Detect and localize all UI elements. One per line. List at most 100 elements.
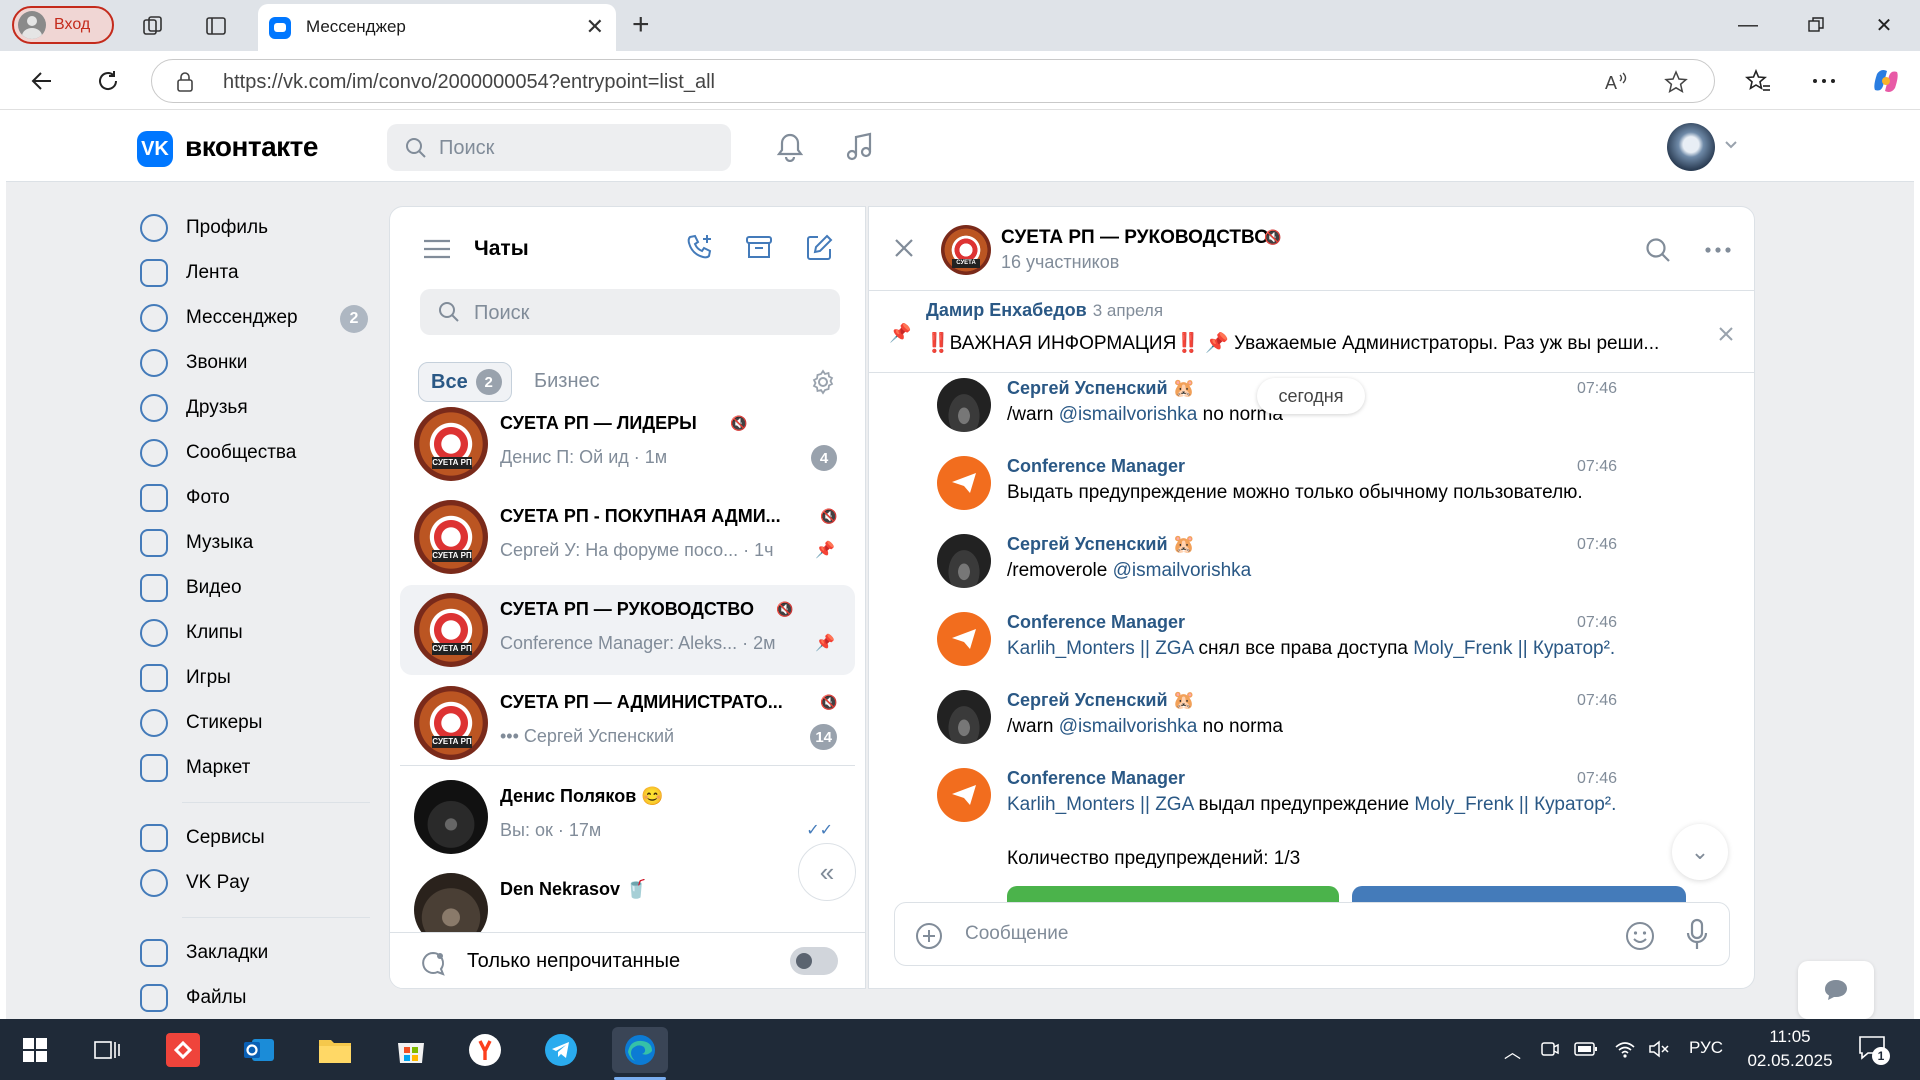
notifications-bell-icon[interactable] [770,127,810,167]
wifi-icon[interactable] [1614,1039,1636,1059]
favorite-star-icon[interactable] [1664,70,1688,94]
archive-icon[interactable] [744,233,774,263]
microphone-icon[interactable] [1685,918,1709,952]
meet-now-icon[interactable] [1540,1039,1560,1059]
menu-item-stickers[interactable]: Стикеры [140,700,370,745]
yandex-browser-icon[interactable] [462,1027,508,1073]
unread-only-toggle[interactable] [790,947,838,975]
message-author[interactable]: Сергей Успенский 🐹 [1007,690,1195,711]
read-aloud-icon[interactable]: A [1605,71,1629,93]
menu-item-clips[interactable]: Клипы [140,610,370,655]
favorites-icon[interactable] [1738,61,1778,101]
chat-search-input[interactable]: Поиск [420,289,840,335]
notification-center-icon[interactable]: 1 [1858,1035,1890,1065]
chat-widget-button[interactable] [1798,961,1874,1019]
music-note-icon[interactable] [840,127,880,167]
message-author[interactable]: Conference Manager [1007,612,1185,633]
chat-item[interactable]: СУЕТА РП СУЕТА РП — ЛИДЕРЫ 🔇 Денис П: Ой… [400,399,855,489]
vk-search-input[interactable]: Поиск [387,124,731,171]
anydesk-icon[interactable] [160,1027,206,1073]
system-clock[interactable]: 11:05 02.05.2025 [1730,1025,1850,1073]
copilot-icon[interactable] [1866,61,1906,101]
attach-plus-icon[interactable] [915,922,943,950]
scroll-down-button[interactable]: ⌄ [1672,824,1728,880]
more-menu-icon[interactable] [1804,61,1844,101]
settings-gear-icon[interactable] [810,369,836,395]
battery-icon[interactable] [1574,1041,1598,1057]
message[interactable]: Conference Manager 07:46 Karlih_Monters … [937,612,1697,690]
chat-item[interactable]: Денис Поляков 😊 Вы: ок · 17м ✓✓ [400,772,855,862]
message-author[interactable]: Сергей Успенский 🐹 [1007,378,1195,399]
user-link[interactable]: Moly_Frenk || Куратор². [1414,794,1616,815]
message-avatar[interactable] [937,612,991,666]
close-conversation-icon[interactable] [893,237,915,259]
refresh-button[interactable] [88,61,128,101]
workspaces-icon[interactable] [137,10,169,42]
edge-browser-icon[interactable] [612,1027,668,1073]
mention-link[interactable]: @ismailvorishka [1113,560,1252,581]
conversation-title[interactable]: СУЕТА РП — РУКОВОДСТВО [1001,227,1269,249]
menu-item-friends[interactable]: Друзья [140,385,370,430]
compose-icon[interactable] [804,233,834,263]
tab-business[interactable]: Бизнес [534,370,600,393]
message-avatar[interactable] [937,378,991,432]
menu-item-photo[interactable]: Фото [140,475,370,520]
mention-link[interactable]: @ismailvorishka [1059,716,1198,737]
user-link[interactable]: Karlih_Monters || ZGA [1007,638,1193,659]
user-link[interactable]: Karlih_Monters || ZGA [1007,794,1193,815]
message-avatar[interactable] [937,690,991,744]
tab-close-icon[interactable]: ✕ [586,14,604,40]
tab-messenger[interactable]: Мессенджер ✕ [258,4,616,51]
url-text[interactable]: https://vk.com/im/convo/2000000054?entry… [223,71,715,94]
message[interactable]: Conference Manager 07:46 Выдать предупре… [937,456,1697,534]
menu-item-market[interactable]: Маркет [140,745,370,790]
message[interactable]: Сергей Успенский 🐹 07:46 /warn @ismailvo… [937,690,1697,768]
menu-item-games[interactable]: Игры [140,655,370,700]
address-bar[interactable]: https://vk.com/im/convo/2000000054?entry… [151,59,1715,103]
chat-item[interactable]: СУЕТА РП СУЕТА РП — АДМИНИСТРАТО... 🔇 ••… [400,678,855,768]
file-explorer-icon[interactable] [312,1027,358,1073]
menu-item-vkpay[interactable]: VK Pay [140,860,370,905]
menu-item-services[interactable]: Сервисы [140,815,370,860]
vk-logo-icon[interactable]: VK [137,131,173,167]
volume-muted-icon[interactable] [1648,1039,1670,1059]
message[interactable]: Сергей Успенский 🐹 07:46 /removerole @is… [937,534,1697,612]
browser-profile-button[interactable]: Вход [12,6,114,44]
more-options-icon[interactable] [1705,247,1731,253]
chat-item[interactable]: СУЕТА РП СУЕТА РП - ПОКУПНАЯ АДМИ... 🔇 С… [400,492,855,582]
user-link[interactable]: Moly_Frenk || Куратор². [1413,638,1615,659]
microsoft-store-icon[interactable] [388,1027,434,1073]
tab-actions-icon[interactable] [200,10,232,42]
menu-item-messenger[interactable]: Мессенджер 2 [140,295,370,340]
message[interactable]: Conference Manager 07:46 Karlih_Monters … [937,768,1697,878]
menu-item-profile[interactable]: Профиль [140,205,370,250]
telegram-icon[interactable] [538,1027,584,1073]
new-tab-button[interactable]: + [632,8,650,42]
message-author[interactable]: Сергей Успенский 🐹 [1007,534,1195,555]
tray-overflow-icon[interactable]: ︿ [1504,1038,1521,1063]
pinned-message[interactable]: 📌 Дамир Енхабедов 3 апреля ‼️ВАЖНАЯ ИНФОР… [869,291,1754,373]
start-windows-icon[interactable] [12,1027,58,1073]
emoji-icon[interactable] [1625,921,1655,951]
outlook-icon[interactable] [236,1027,282,1073]
chevron-down-icon[interactable] [1724,140,1738,150]
close-window-button[interactable]: ✕ [1856,6,1912,44]
new-call-icon[interactable] [685,233,715,263]
task-view-icon[interactable] [84,1027,130,1073]
mention-link[interactable]: @ismailvorishka [1059,404,1198,425]
menu-item-files[interactable]: Файлы [140,975,370,1020]
lock-icon[interactable] [176,72,194,92]
search-icon[interactable] [1645,237,1671,263]
message-avatar[interactable] [937,456,991,510]
unread-only-filter[interactable]: Только непрочитанные [390,932,865,988]
tab-all-chats[interactable]: Все 2 [418,362,512,402]
conversation-members[interactable]: 16 участников [1001,252,1119,273]
conversation-avatar[interactable]: СУЕТА [941,225,991,275]
message-avatar[interactable] [937,534,991,588]
collapse-list-button[interactable]: « [798,843,856,901]
minimize-button[interactable]: — [1720,6,1776,44]
menu-item-bookmarks[interactable]: Закладки [140,930,370,975]
menu-item-calls[interactable]: Звонки [140,340,370,385]
restore-button[interactable] [1788,6,1844,44]
unpin-close-icon[interactable] [1718,326,1734,342]
